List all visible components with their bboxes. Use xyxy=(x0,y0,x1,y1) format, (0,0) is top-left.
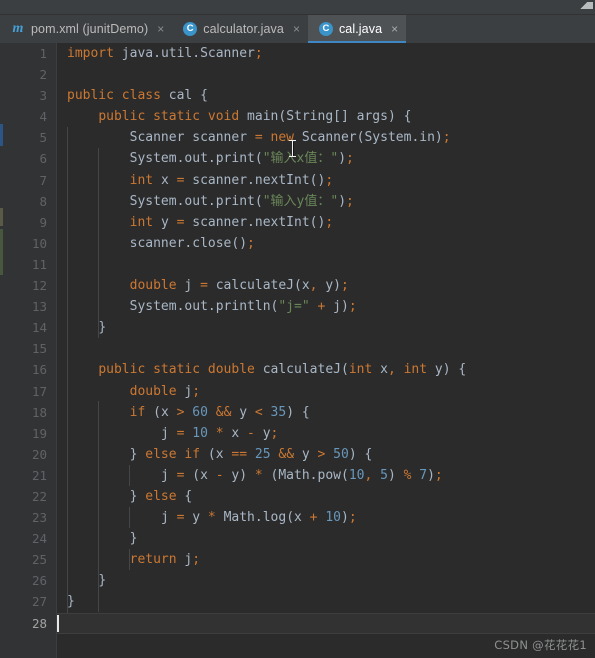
close-icon[interactable]: × xyxy=(391,23,398,35)
java-class-icon: C xyxy=(318,22,333,36)
code-line[interactable] xyxy=(67,64,595,85)
line-number[interactable]: 19 xyxy=(10,423,56,444)
code-line[interactable]: int x = scanner.nextInt(); xyxy=(67,170,595,191)
editor-tab-label: pom.xml (junitDemo) xyxy=(31,22,149,36)
close-icon[interactable]: × xyxy=(157,23,164,35)
line-number[interactable]: 4 xyxy=(10,106,56,127)
line-number[interactable]: 15 xyxy=(10,338,56,359)
code-line[interactable]: j = 10 * x - y; xyxy=(67,423,595,444)
code-line[interactable]: double j = calculateJ(x, y); xyxy=(67,275,595,296)
line-number[interactable]: 13 xyxy=(10,296,56,317)
code-line[interactable]: } else if (x == 25 && y > 50) { xyxy=(67,444,595,465)
line-number[interactable]: 16 xyxy=(10,359,56,380)
vcs-change-marker xyxy=(0,208,3,226)
code-line[interactable]: } xyxy=(67,317,595,338)
code-editor[interactable]: 1 2 3 4 5 6 7 8 9 10 11 12 13 14 15 16 17 18 19 20 21 22 23 24 2… xyxy=(0,43,595,658)
line-number[interactable]: 3 xyxy=(10,85,56,106)
line-number[interactable]: 23 xyxy=(10,507,56,528)
vcs-marker-column xyxy=(0,43,10,658)
code-line[interactable] xyxy=(67,254,595,275)
editor-tab-label: cal.java xyxy=(338,22,383,36)
line-number[interactable]: 28 xyxy=(10,613,56,634)
line-number[interactable]: 22 xyxy=(10,486,56,507)
editor-tab-calculator-java[interactable]: Ccalculator.java × xyxy=(172,15,308,43)
line-number[interactable]: 1 xyxy=(10,43,56,64)
window-top-strip xyxy=(0,0,595,14)
code-line[interactable]: int y = scanner.nextInt(); xyxy=(67,212,595,233)
editor-tab-bar: m pom.xml (junitDemo) × Ccalculator.java × Cc… xyxy=(0,14,595,43)
vcs-change-marker xyxy=(0,229,3,275)
code-line[interactable]: scanner.close(); xyxy=(67,233,595,254)
code-line[interactable]: Scanner scanner = new Scanner(System.in)… xyxy=(67,127,595,148)
code-line[interactable]: public class cal { xyxy=(67,85,595,106)
maven-file-icon: m xyxy=(12,21,24,36)
watermark: CSDN @花花花1 xyxy=(494,638,587,652)
line-number[interactable]: 10 xyxy=(10,233,56,254)
line-number-gutter[interactable]: 1 2 3 4 5 6 7 8 9 10 11 12 13 14 15 16 17 18 19 20 21 22 23 24 2… xyxy=(10,43,57,658)
code-line[interactable] xyxy=(57,612,595,634)
code-line[interactable] xyxy=(67,338,595,359)
text-caret xyxy=(57,614,59,632)
line-number[interactable]: 18 xyxy=(10,402,56,423)
code-line[interactable]: } else { xyxy=(67,486,595,507)
java-class-icon: C xyxy=(183,22,198,36)
code-line[interactable]: } xyxy=(67,570,595,591)
line-number[interactable]: 5 xyxy=(10,127,56,148)
editor-tab-label: calculator.java xyxy=(203,22,284,36)
line-number[interactable]: 6 xyxy=(10,148,56,169)
line-number[interactable]: 17 xyxy=(10,381,56,402)
code-line[interactable]: j = y * Math.log(x + 10); xyxy=(67,507,595,528)
line-number[interactable]: 9 xyxy=(10,212,56,233)
line-number[interactable]: 24 xyxy=(10,528,56,549)
code-line[interactable]: } xyxy=(67,528,595,549)
code-line[interactable]: public static double calculateJ(int x, i… xyxy=(67,359,595,380)
line-number[interactable]: 8 xyxy=(10,191,56,212)
line-number[interactable]: 12 xyxy=(10,275,56,296)
line-number[interactable]: 27 xyxy=(10,591,56,612)
code-line[interactable]: System.out.print("输入x值："); xyxy=(67,148,595,169)
code-line[interactable]: System.out.println("j=" + j); xyxy=(67,296,595,317)
code-line[interactable]: return j; xyxy=(67,549,595,570)
line-number[interactable]: 21 xyxy=(10,465,56,486)
code-line[interactable]: if (x > 60 && y < 35) { xyxy=(67,402,595,423)
line-number[interactable]: 20 xyxy=(10,444,56,465)
window-resize-corner-icon[interactable] xyxy=(579,2,593,9)
ide-window: m pom.xml (junitDemo) × Ccalculator.java × Cc… xyxy=(0,0,595,658)
line-number[interactable]: 25 xyxy=(10,549,56,570)
line-number[interactable]: 26 xyxy=(10,570,56,591)
code-line[interactable]: } xyxy=(67,591,595,612)
line-number[interactable]: 14 xyxy=(10,317,56,338)
code-line[interactable]: j = (x - y) * (Math.pow(10, 5) % 7); xyxy=(67,465,595,486)
line-number[interactable]: 2 xyxy=(10,64,56,85)
code-line[interactable]: public static void main(String[] args) { xyxy=(67,106,595,127)
close-icon[interactable]: × xyxy=(293,23,300,35)
editor-tab-cal-java[interactable]: Ccal.java × xyxy=(307,15,407,43)
code-line[interactable]: double j; xyxy=(67,381,595,402)
vcs-change-marker xyxy=(0,124,3,146)
line-number[interactable]: 11 xyxy=(10,254,56,275)
editor-tab-pom-xml-junitdemo[interactable]: m pom.xml (junitDemo) × xyxy=(0,15,172,43)
code-line[interactable]: System.out.print("输入y值："); xyxy=(67,191,595,212)
code-content-area[interactable]: import java.util.Scanner; public class c… xyxy=(57,43,595,658)
code-line[interactable]: import java.util.Scanner; xyxy=(67,43,595,64)
line-number[interactable]: 7 xyxy=(10,170,56,191)
